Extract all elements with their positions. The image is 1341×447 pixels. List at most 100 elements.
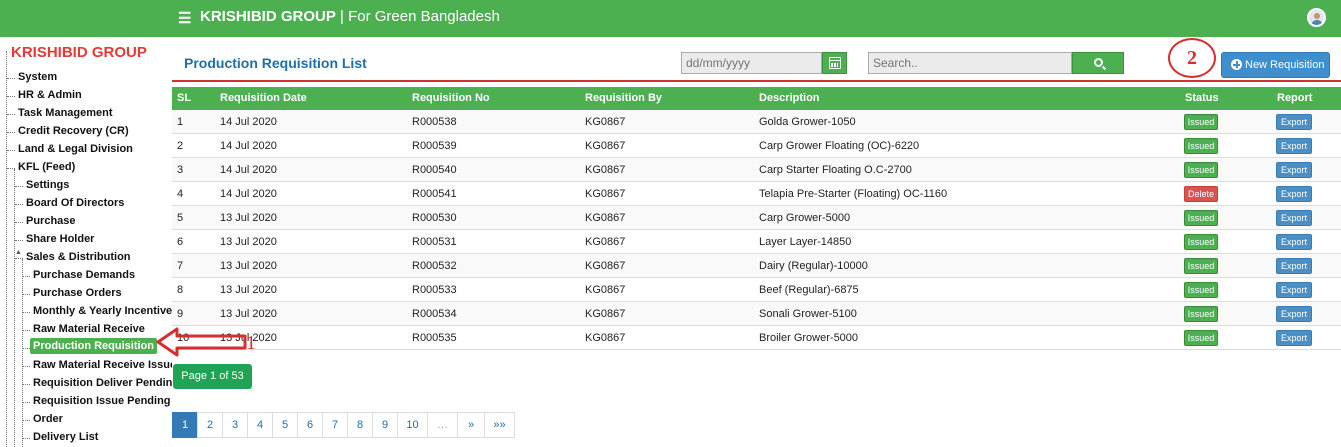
sidebar-item-sales-distribution[interactable]: Sales & Distribution: [26, 251, 131, 263]
user-avatar-icon[interactable]: [1307, 8, 1326, 27]
annotation-marker-2: 2: [1168, 38, 1216, 78]
status-badge[interactable]: Delete: [1184, 186, 1218, 202]
export-button[interactable]: Export: [1276, 162, 1312, 178]
date-filter-input[interactable]: [681, 52, 822, 74]
tree-connector: [22, 420, 30, 421]
page-button[interactable]: 7: [322, 412, 348, 438]
cell-desc: Sonali Grower-5100: [759, 308, 857, 320]
search-input[interactable]: [868, 52, 1072, 74]
brand-tagline: For Green Bangladesh: [348, 8, 500, 25]
sidebar-item-hr-admin[interactable]: HR & Admin: [18, 89, 82, 101]
page-button[interactable]: 6: [297, 412, 323, 438]
plus-circle-icon: [1231, 59, 1242, 70]
tree-connector: [7, 96, 15, 97]
export-button[interactable]: Export: [1276, 258, 1312, 274]
page-button[interactable]: 8: [347, 412, 373, 438]
status-badge[interactable]: Issued: [1184, 306, 1218, 322]
cell-date: 14 Jul 2020: [220, 188, 277, 200]
table-row: 6 13 Jul 2020 R000531 KG0867 Layer Layer-148…: [172, 230, 1341, 254]
cell-date: 13 Jul 2020: [220, 236, 277, 248]
table-row: 10 13 Jul 2020 R000535 KG0867 Broiler Grower…: [172, 326, 1341, 350]
status-badge[interactable]: Issued: [1184, 114, 1218, 130]
sidebar-item-production-requisition[interactable]: Production Requisition: [30, 338, 157, 354]
sidebar-item-raw-material-receive[interactable]: Raw Material Receive: [33, 323, 145, 335]
page-button[interactable]: 10: [397, 412, 428, 438]
status-badge[interactable]: Issued: [1184, 234, 1218, 250]
table-row: 1 14 Jul 2020 R000538 KG0867 Golda Grower-10…: [172, 110, 1341, 134]
sidebar-item-purchase[interactable]: Purchase: [26, 215, 76, 227]
status-badge[interactable]: Issued: [1184, 258, 1218, 274]
cell-no: R000530: [412, 212, 457, 224]
export-button[interactable]: Export: [1276, 138, 1312, 154]
sidebar-item-credit-recovery-cr[interactable]: Credit Recovery (CR): [18, 125, 129, 137]
page-button[interactable]: 9: [372, 412, 398, 438]
cell-no: R000533: [412, 284, 457, 296]
sidebar-item-kfl-feed[interactable]: KFL (Feed): [18, 161, 75, 173]
status-badge[interactable]: Issued: [1184, 210, 1218, 226]
sidebar-item-monthly-yearly-incentive[interactable]: Monthly & Yearly Incentive: [33, 305, 172, 317]
page-button[interactable]: 2: [197, 412, 223, 438]
status-badge[interactable]: Issued: [1184, 282, 1218, 298]
status-badge[interactable]: Issued: [1184, 330, 1218, 346]
col-status: Status: [1185, 92, 1219, 104]
page-button[interactable]: 4: [247, 412, 273, 438]
cell-sl: 3: [177, 164, 184, 176]
tree-connector: [22, 294, 30, 295]
sidebar-item-purchase-demands[interactable]: Purchase Demands: [33, 269, 135, 281]
status-badge[interactable]: Issued: [1184, 138, 1218, 154]
export-button[interactable]: Export: [1276, 306, 1312, 322]
page-button[interactable]: »: [457, 412, 485, 438]
table-row: 2 14 Jul 2020 R000539 KG0867 Carp Grower Flo…: [172, 134, 1341, 158]
sidebar-item-order[interactable]: Order: [33, 413, 63, 425]
search-icon: [1094, 58, 1103, 67]
cell-desc: Broiler Grower-5000: [759, 332, 859, 344]
tree-connector: [15, 222, 23, 223]
sidebar-item-requisition-issue-pending[interactable]: Requisition Issue Pending: [33, 395, 171, 407]
page-button[interactable]: »»: [484, 412, 515, 438]
sidebar-item-purchase-orders[interactable]: Purchase Orders: [33, 287, 122, 299]
cell-no: R000541: [412, 188, 457, 200]
sidebar-item-task-management[interactable]: Task Management: [18, 107, 113, 119]
sidebar-item-requisition-deliver-pending[interactable]: Requisition Deliver Pending: [33, 377, 172, 389]
title-divider: [172, 80, 1341, 82]
tree-connector: [22, 366, 30, 367]
cell-by: KG0867: [585, 236, 626, 248]
sidebar-item-system[interactable]: System: [18, 71, 57, 83]
page-button[interactable]: 3: [222, 412, 248, 438]
sidebar-item-board-of-directors[interactable]: Board Of Directors: [26, 197, 124, 209]
col-description: Description: [759, 92, 820, 104]
table-row: 4 14 Jul 2020 R000541 KG0867 Telapia Pre-Sta…: [172, 182, 1341, 206]
table-row: 7 13 Jul 2020 R000532 KG0867 Dairy (Regular)…: [172, 254, 1341, 278]
sidebar-item-share-holder[interactable]: Share Holder: [26, 233, 94, 245]
cell-date: 13 Jul 2020: [220, 212, 277, 224]
expand-toggle-icon[interactable]: ▲: [15, 249, 22, 256]
page-button[interactable]: 5: [272, 412, 298, 438]
tree-connector: [7, 78, 15, 79]
sidebar-item-delivery-list[interactable]: Delivery List: [33, 431, 98, 443]
export-button[interactable]: Export: [1276, 186, 1312, 202]
export-button[interactable]: Export: [1276, 234, 1312, 250]
export-button[interactable]: Export: [1276, 210, 1312, 226]
tree-connector: [22, 384, 30, 385]
date-picker-button[interactable]: [822, 52, 847, 74]
export-button[interactable]: Export: [1276, 114, 1312, 130]
hamburger-icon[interactable]: ☰: [178, 9, 191, 27]
page-button[interactable]: …: [427, 412, 458, 438]
cell-date: 13 Jul 2020: [220, 260, 277, 272]
export-button[interactable]: Export: [1276, 282, 1312, 298]
table-row: 5 13 Jul 2020 R000530 KG0867 Carp Grower-500…: [172, 206, 1341, 230]
search-button[interactable]: [1072, 52, 1124, 74]
tree-connector: [7, 150, 15, 151]
cell-by: KG0867: [585, 332, 626, 344]
cell-sl: 9: [177, 308, 184, 320]
tree-connector: [15, 240, 23, 241]
sidebar-item-raw-material-receive-issue[interactable]: Raw Material Receive Issue: [33, 359, 172, 371]
new-requisition-button[interactable]: New Requisition: [1221, 52, 1330, 78]
sidebar-item-land-legal-division[interactable]: Land & Legal Division: [18, 143, 133, 155]
cell-sl: 8: [177, 284, 184, 296]
export-button[interactable]: Export: [1276, 330, 1312, 346]
sidebar-item-settings[interactable]: Settings: [26, 179, 69, 191]
page-button[interactable]: 1: [172, 412, 198, 438]
page-info-badge: Page 1 of 53: [173, 364, 252, 389]
status-badge[interactable]: Issued: [1184, 162, 1218, 178]
